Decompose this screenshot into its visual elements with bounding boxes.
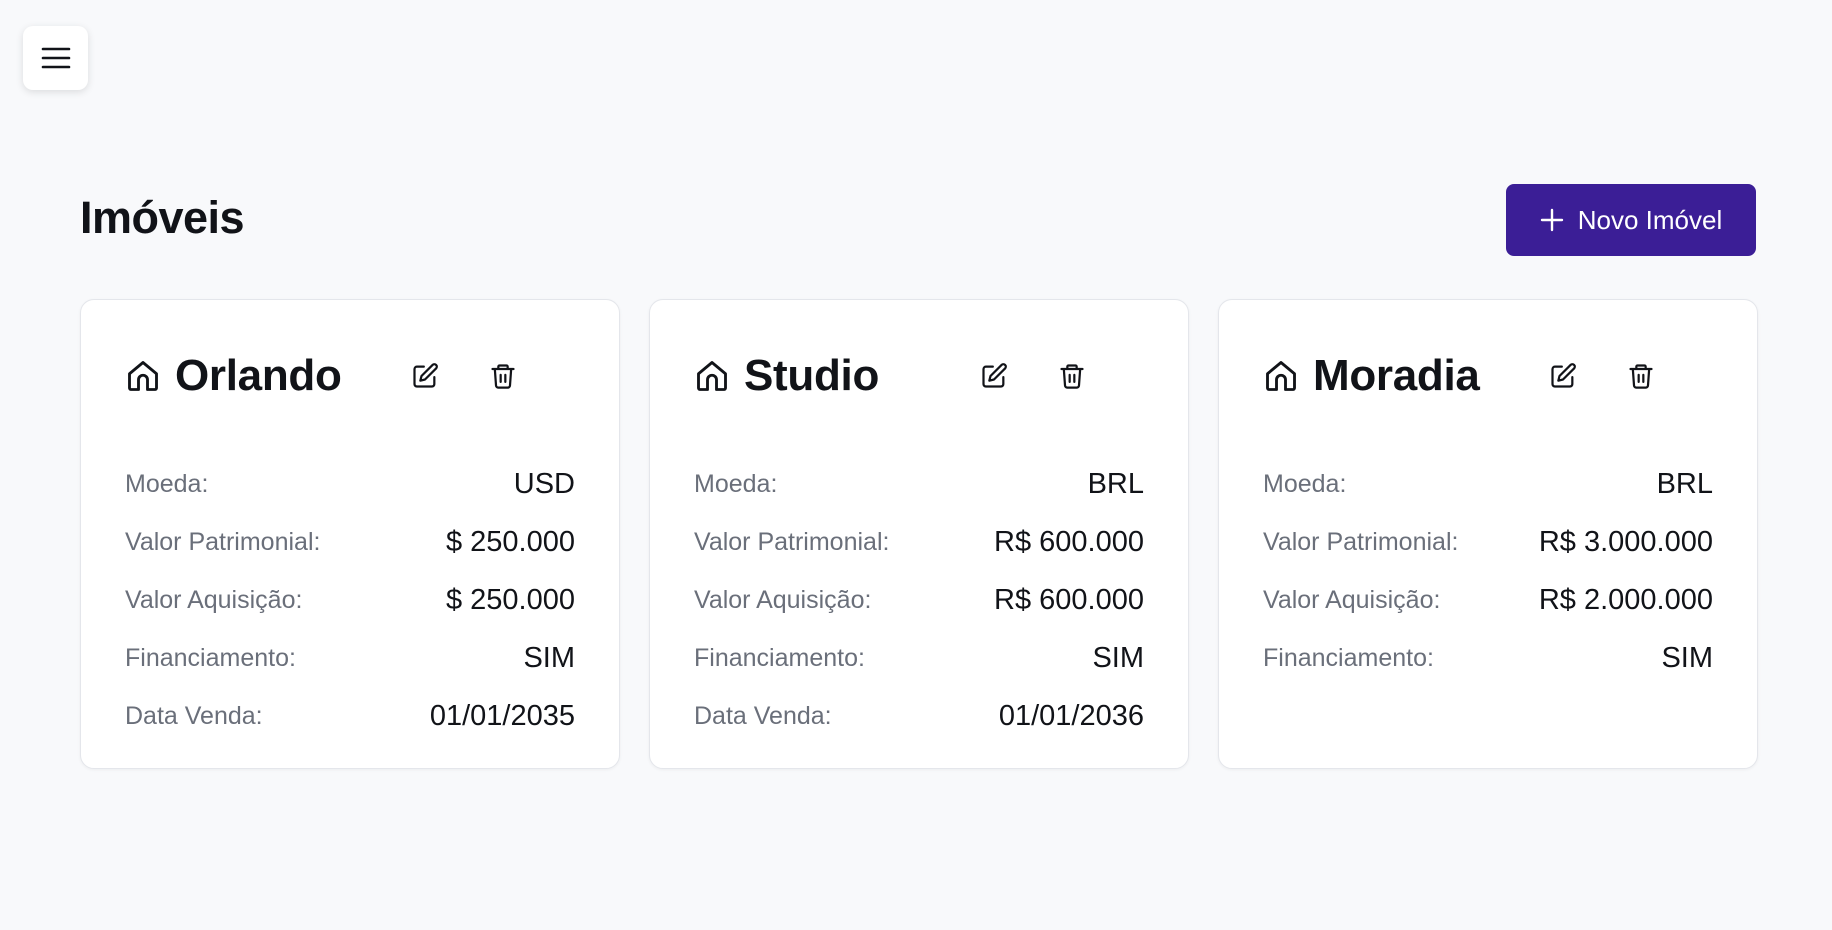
detail-label: Financiamento: [694,643,865,672]
card-details: Moeda: BRL Valor Patrimonial: R$ 600.000… [694,455,1144,745]
plus-icon [1540,208,1563,232]
detail-label: Data Venda: [125,701,263,730]
detail-value: SIM [1661,641,1713,674]
delete-button[interactable] [1056,360,1088,392]
card-details: Moeda: BRL Valor Patrimonial: R$ 3.000.0… [1263,455,1713,687]
detail-row-valor-aquisicao: Valor Aquisição: R$ 2.000.000 [1263,571,1713,629]
edit-icon [1551,363,1576,388]
card-actions [1547,360,1657,392]
card-actions [409,360,519,392]
trash-icon [491,364,515,389]
edit-icon [413,363,438,388]
delete-button[interactable] [1625,360,1657,392]
detail-label: Moeda: [694,469,778,498]
detail-row-financiamento: Financiamento: SIM [694,629,1144,687]
detail-row-financiamento: Financiamento: SIM [1263,629,1713,687]
detail-value: 01/01/2035 [429,699,575,732]
detail-value: R$ 3.000.000 [1538,525,1713,558]
card-header: Orlando [125,350,575,402]
detail-value: BRL [1656,467,1713,500]
detail-row-data-venda: Data Venda: 01/01/2036 [694,687,1144,745]
detail-value: R$ 600.000 [994,525,1144,558]
detail-label: Valor Patrimonial: [694,527,890,556]
trash-icon [1060,364,1084,389]
detail-label: Financiamento: [125,643,296,672]
detail-value: R$ 2.000.000 [1538,583,1713,616]
house-icon [1266,361,1296,391]
detail-row-financiamento: Financiamento: SIM [125,629,575,687]
detail-row-valor-patrimonial: Valor Patrimonial: R$ 600.000 [694,513,1144,571]
detail-label: Valor Patrimonial: [125,527,321,556]
house-icon [128,361,158,391]
edit-button[interactable] [1547,360,1579,392]
card-header: Studio [694,350,1144,402]
detail-row-moeda: Moeda: BRL [1263,455,1713,513]
detail-row-valor-aquisicao: Valor Aquisição: R$ 600.000 [694,571,1144,629]
property-card: Moradia Moeda: BRL Valor Patrimonial: R$… [1218,299,1758,769]
card-title: Studio [744,351,880,400]
delete-button[interactable] [487,360,519,392]
detail-row-data-venda: Data Venda: 01/01/2035 [125,687,575,745]
detail-label: Moeda: [1263,469,1347,498]
detail-label: Valor Patrimonial: [1263,527,1459,556]
detail-value: $ 250.000 [445,525,575,558]
property-card: Orlando Moeda: USD Valor Patrimonial: $ … [80,299,620,769]
hamburger-menu-icon [41,47,70,69]
detail-label: Valor Aquisição: [125,585,303,614]
detail-row-valor-patrimonial: Valor Patrimonial: $ 250.000 [125,513,575,571]
detail-value: $ 250.000 [445,583,575,616]
property-card: Studio Moeda: BRL Valor Patrimonial: R$ … [649,299,1189,769]
detail-label: Financiamento: [1263,643,1434,672]
house-icon [697,361,727,391]
detail-value: BRL [1087,467,1144,500]
detail-row-valor-aquisicao: Valor Aquisição: $ 250.000 [125,571,575,629]
detail-label: Valor Aquisição: [694,585,872,614]
detail-value: R$ 600.000 [994,583,1144,616]
detail-row-moeda: Moeda: BRL [694,455,1144,513]
card-title: Moradia [1313,351,1480,400]
card-header: Moradia [1263,350,1713,402]
property-card-list: Orlando Moeda: USD Valor Patrimonial: $ … [80,299,1758,769]
edit-button[interactable] [978,360,1010,392]
card-title: Orlando [175,351,342,400]
card-details: Moeda: USD Valor Patrimonial: $ 250.000 … [125,455,575,745]
detail-value: SIM [1092,641,1144,674]
trash-icon [1629,364,1653,389]
edit-button[interactable] [409,360,441,392]
detail-label: Moeda: [125,469,209,498]
page-title: Imóveis [80,192,245,243]
detail-value: SIM [523,641,575,674]
detail-value: 01/01/2036 [998,699,1144,732]
detail-row-valor-patrimonial: Valor Patrimonial: R$ 3.000.000 [1263,513,1713,571]
detail-label: Data Venda: [694,701,832,730]
detail-value: USD [513,467,575,500]
detail-row-moeda: Moeda: USD [125,455,575,513]
detail-label: Valor Aquisição: [1263,585,1441,614]
edit-icon [982,363,1007,388]
card-actions [978,360,1088,392]
new-property-label: Novo Imóvel [1577,204,1723,235]
menu-button[interactable] [23,26,88,90]
new-property-button[interactable]: Novo Imóvel [1506,184,1756,256]
